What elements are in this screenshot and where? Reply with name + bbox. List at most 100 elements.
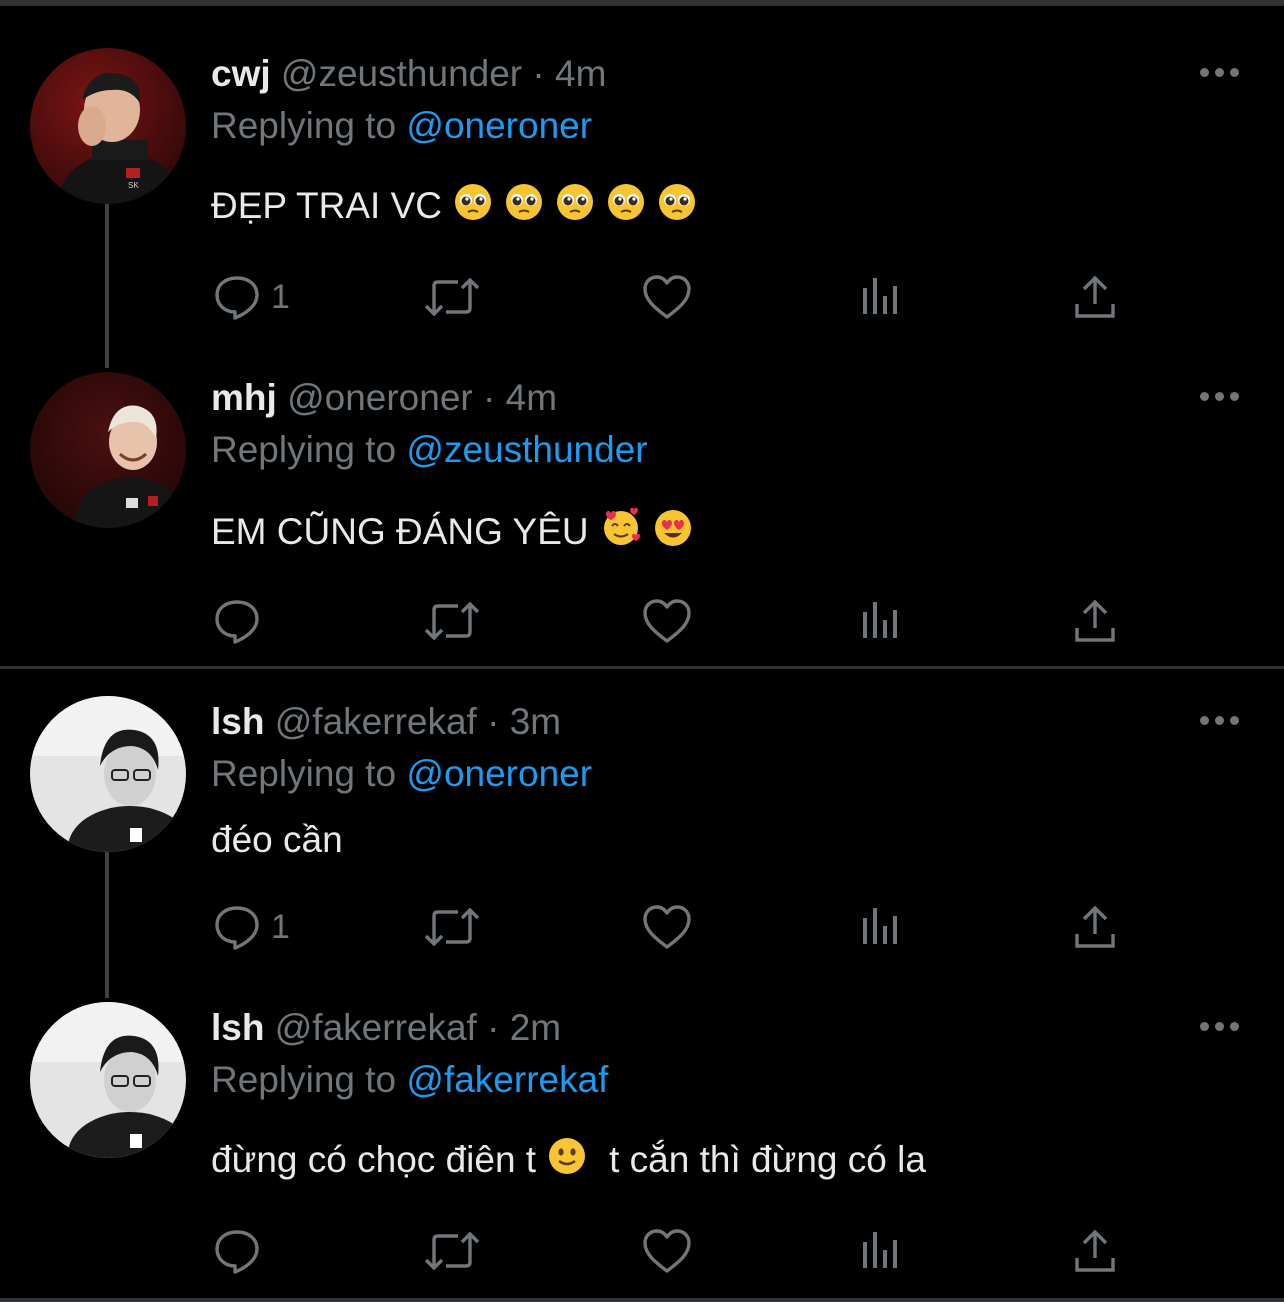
action-bar: 1 [0, 272, 1284, 322]
timestamp[interactable]: 4m [506, 377, 557, 418]
dot-separator: · [487, 1007, 500, 1048]
timestamp[interactable]: 2m [510, 1007, 561, 1048]
like-icon [643, 599, 691, 643]
reply-icon [215, 1230, 259, 1274]
share-icon [1075, 1229, 1115, 1272]
more-options-icon[interactable] [1200, 1022, 1240, 1032]
pleading-face-emoji [555, 182, 595, 232]
analytics-button[interactable] [860, 272, 904, 322]
pleading-face-emoji [657, 182, 697, 232]
replying-to-label: Replying to [211, 429, 397, 470]
user-handle[interactable]: @fakerrekaf [275, 701, 477, 742]
bottom-border [0, 1298, 1284, 1302]
slightly-smiling-face-emoji [547, 1136, 587, 1186]
top-border [0, 0, 1284, 6]
pleading-face-emoji [504, 182, 544, 232]
display-name[interactable]: mhj [211, 377, 277, 418]
replying-to: Replying to @oneroner [211, 752, 592, 796]
share-button[interactable] [1073, 1226, 1117, 1276]
user-handle[interactable]: @fakerrekaf [275, 1007, 477, 1048]
tweet[interactable]: SK cwj @zeusthunder · 4m Replying to @on… [0, 48, 1284, 338]
user-handle[interactable]: @zeusthunder [281, 53, 522, 94]
avatar[interactable]: SK [30, 48, 186, 204]
share-button[interactable] [1073, 596, 1117, 646]
more-options-icon[interactable] [1200, 716, 1240, 726]
avatar[interactable] [30, 372, 186, 528]
mention-link[interactable]: @oneroner [406, 105, 592, 146]
tweet-text-body: đéo cần [211, 819, 343, 860]
mention-link[interactable]: @zeusthunder [406, 429, 647, 470]
replying-to: Replying to @fakerrekaf [211, 1058, 608, 1102]
heart-eyes-emoji [653, 508, 693, 558]
timestamp[interactable]: 4m [555, 53, 606, 94]
tweet-text: đéo cần [211, 818, 343, 862]
action-bar [0, 596, 1284, 646]
retweet-button[interactable] [424, 1226, 480, 1276]
more-options-icon[interactable] [1200, 68, 1240, 78]
mention-link[interactable]: @oneroner [406, 753, 592, 794]
share-icon [1075, 599, 1115, 642]
more-options-icon[interactable] [1200, 392, 1240, 402]
share-icon [1075, 275, 1115, 318]
display-name[interactable]: lsh [211, 701, 264, 742]
like-icon [643, 275, 691, 319]
analytics-button[interactable] [860, 902, 904, 952]
like-icon [643, 905, 691, 949]
replying-to: Replying to @zeusthunder [211, 428, 648, 472]
tweet-header: lsh @fakerrekaf · 3m [211, 700, 561, 744]
share-button[interactable] [1073, 272, 1117, 322]
like-button[interactable] [641, 1226, 693, 1276]
retweet-icon [424, 907, 480, 947]
reply-button[interactable] [213, 1226, 271, 1276]
replying-to-label: Replying to [211, 753, 397, 794]
retweet-button[interactable] [424, 272, 480, 322]
timestamp[interactable]: 3m [510, 701, 561, 742]
like-button[interactable] [641, 596, 693, 646]
dot-separator: · [487, 701, 500, 742]
share-button[interactable] [1073, 902, 1117, 952]
conversation-divider [0, 666, 1284, 669]
display-name[interactable]: lsh [211, 1007, 264, 1048]
reply-button[interactable]: 1 [213, 272, 290, 322]
retweet-icon [424, 1231, 480, 1271]
retweet-button[interactable] [424, 596, 480, 646]
tweet-text-body: t cắn thì đừng có la [609, 1139, 926, 1180]
user-handle[interactable]: @oneroner [287, 377, 473, 418]
replying-to: Replying to @oneroner [211, 104, 592, 148]
reply-button[interactable]: 1 [213, 902, 290, 952]
display-name[interactable]: cwj [211, 53, 271, 94]
avatar[interactable] [30, 696, 186, 852]
reply-button[interactable] [213, 596, 271, 646]
action-bar: 1 [0, 902, 1284, 952]
dot-separator: · [483, 377, 496, 418]
like-icon [643, 1229, 691, 1273]
pleading-face-emoji [606, 182, 646, 232]
retweet-icon [424, 601, 480, 641]
like-button[interactable] [641, 272, 693, 322]
tweet[interactable]: lsh @fakerrekaf · 3m Replying to @oneron… [0, 696, 1284, 986]
tweet-text-body: ĐẸP TRAI VC [211, 185, 442, 226]
like-button[interactable] [641, 902, 693, 952]
analytics-icon [863, 602, 897, 638]
svg-text:SK: SK [128, 181, 139, 190]
retweet-icon [424, 277, 480, 317]
analytics-icon [863, 908, 897, 944]
avatar[interactable] [30, 1002, 186, 1158]
reply-count: 1 [271, 277, 290, 316]
tweet[interactable]: mhj @oneroner · 4m Replying to @zeusthun… [0, 372, 1284, 662]
reply-icon [215, 600, 259, 644]
replying-to-label: Replying to [211, 105, 397, 146]
share-icon [1075, 905, 1115, 948]
retweet-button[interactable] [424, 902, 480, 952]
reply-icon [215, 276, 259, 320]
tweet-text-body: EM CŨNG ĐÁNG YÊU [211, 511, 589, 552]
reply-icon [215, 906, 259, 950]
reply-count: 1 [271, 907, 290, 946]
analytics-button[interactable] [860, 1226, 904, 1276]
mention-link[interactable]: @fakerrekaf [406, 1059, 608, 1100]
tweet-text: đừng có chọc điên t t cắn thì đừng có la [211, 1136, 926, 1186]
tweet[interactable]: lsh @fakerrekaf · 2m Replying to @fakerr… [0, 1002, 1284, 1292]
action-bar [0, 1226, 1284, 1276]
analytics-icon [863, 1232, 897, 1268]
analytics-button[interactable] [860, 596, 904, 646]
